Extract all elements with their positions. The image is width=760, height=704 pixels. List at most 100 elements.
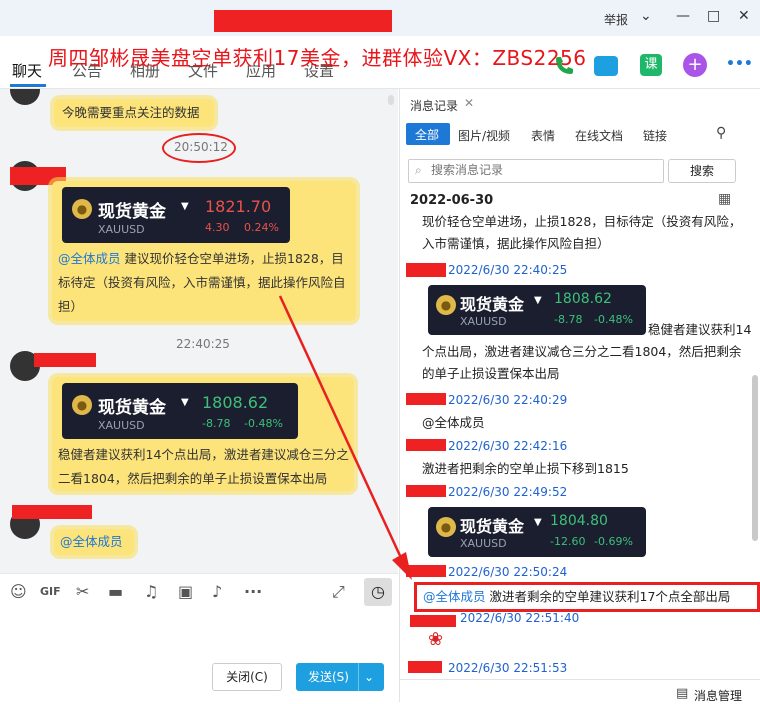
scroll-up-arrow[interactable] [388, 95, 394, 105]
quote-code: XAUUSD [460, 537, 507, 550]
message-bubble: @全体成员 [54, 529, 134, 555]
caret-down-icon: ▼ [534, 517, 542, 528]
quote-name: 现货黄金 [460, 517, 525, 536]
scissors-icon[interactable]: ✂ [76, 582, 89, 601]
avatar[interactable] [10, 89, 40, 105]
redacted-name [406, 439, 446, 451]
active-tab-indicator [10, 84, 46, 87]
history-message: 激进者把剩余的空单止损下移到1815 [422, 461, 629, 476]
quote-price: 1808.62 [554, 291, 612, 307]
input-toolbar: ☺ GIF ✂ ▬ ♫ ▣ ♪ ··· ⤢ ◷ [0, 573, 398, 610]
quote-code: XAUUSD [98, 223, 145, 236]
redacted-name [406, 393, 446, 405]
timestamp: 22:40:25 [176, 337, 230, 351]
history-timestamp: 2022/6/30 22:51:53 [448, 661, 568, 675]
history-clock-icon[interactable]: ◷ [364, 578, 392, 606]
filter-settings-icon[interactable]: ⚲ [716, 125, 726, 141]
message-text: 今晚需要重点关注的数据 [62, 105, 200, 120]
tab-chat[interactable]: 聊天 [12, 60, 42, 81]
message-manage-link[interactable]: 消息管理 [694, 687, 742, 704]
chat-pane[interactable]: 今晚需要重点关注的数据 20:50:12 ● 现货黄金 ▼ XAUUSD 182… [0, 89, 398, 573]
restore-icon[interactable]: □ [707, 8, 720, 24]
search-input[interactable] [429, 162, 657, 178]
close-button[interactable]: 关闭(C) [212, 663, 282, 691]
history-search[interactable]: ⌕ [408, 159, 664, 183]
quote-change: -8.78 [202, 417, 231, 430]
expand-icon[interactable]: ⤢ [332, 582, 345, 602]
gold-coin-icon: ● [436, 517, 456, 537]
class-icon[interactable]: 课 [640, 54, 662, 76]
close-icon[interactable]: ✕ [738, 8, 750, 24]
history-timestamp: 2022/6/30 22:40:29 [448, 393, 568, 407]
highlight-box: @全体成员 激进者剩余的空单建议获利17个点全部出局 [414, 582, 760, 612]
screen-share-icon[interactable] [594, 56, 618, 76]
message-input[interactable]: 关闭(C) 发送(S) ⌄ [0, 609, 398, 702]
history-timestamp: 2022/6/30 22:49:52 [448, 485, 568, 499]
filter-stickers[interactable]: 表情 [531, 127, 555, 144]
quote-percent: -0.69% [594, 535, 633, 548]
search-button[interactable]: 搜索 [668, 159, 736, 183]
history-message: 现价轻仓空单进场，止损1828，目标待定（投资有风险，入市需谨慎，据此操作风险自… [422, 214, 742, 251]
gold-quote-card[interactable]: ● 现货黄金 ▼ XAUUSD 1808.62 -8.78 -0.48% [62, 383, 298, 439]
history-timestamp: 2022/6/30 22:40:25 [448, 263, 568, 277]
quote-percent: 0.24% [244, 221, 279, 234]
filter-docs[interactable]: 在线文档 [575, 127, 623, 144]
title-bar: 举报 ⌄ — □ ✕ [0, 0, 760, 36]
mention-all[interactable]: @全体成员 [422, 412, 485, 434]
filter-media[interactable]: 图片/视频 [458, 127, 510, 144]
divider [400, 679, 760, 680]
message-bubble: ● 现货黄金 ▼ XAUUSD 1808.62 -8.78 -0.48% 稳健者… [52, 377, 354, 491]
history-timestamp: 2022/6/30 22:50:24 [448, 565, 568, 579]
dropdown-icon[interactable]: ⌄ [640, 8, 652, 24]
gold-quote-card[interactable]: ● 现货黄金 ▼ XAUUSD 1821.70 4.30 0.24% [62, 187, 290, 243]
promo-banner: 周四邹彬晟美盘空单获利17美金，进群体验VX：ZBS2256 [48, 46, 587, 70]
gold-coin-icon: ● [72, 395, 92, 415]
history-timestamp: 2022/6/30 22:42:16 [448, 439, 568, 453]
add-app-icon[interactable]: + [683, 53, 707, 77]
history-timestamp: 2022/6/30 22:51:40 [460, 611, 580, 625]
minimize-icon[interactable]: — [676, 8, 690, 24]
quote-price: 1804.80 [550, 513, 608, 529]
search-icon: ⌕ [415, 163, 422, 177]
mention-all[interactable]: @全体成员 [58, 251, 121, 266]
manage-icon[interactable]: ▤ [676, 686, 688, 701]
mention-all[interactable]: @全体成员 [423, 589, 486, 604]
calendar-icon[interactable]: ▦ [718, 191, 731, 207]
redacted-name [408, 661, 442, 673]
music-icon[interactable]: ♫ [144, 582, 158, 601]
quote-change: -12.60 [550, 535, 586, 548]
message-text: 稳健者建议获利14个点出局，激进者建议减仓三分之二看1804，然后把剩余的单子止… [58, 447, 349, 486]
quote-price: 1821.70 [205, 197, 272, 216]
redacted-name [410, 615, 456, 627]
image-icon[interactable]: ▣ [178, 582, 193, 601]
more-icon[interactable]: ··· [244, 582, 262, 601]
caret-down-icon: ▼ [534, 295, 542, 306]
more-icon[interactable]: ••• [726, 56, 753, 72]
chevron-down-icon[interactable]: ⌄ [364, 663, 374, 691]
send-button[interactable]: 发送(S) ⌄ [296, 663, 384, 691]
quote-name: 现货黄金 [98, 202, 166, 222]
quote-name: 现货黄金 [460, 295, 525, 314]
caret-down-icon: ▼ [181, 397, 189, 408]
history-tab-title[interactable]: 消息记录 [410, 97, 458, 114]
report-button[interactable]: 举报 [604, 11, 628, 28]
caret-down-icon: ▼ [181, 201, 189, 212]
close-icon[interactable]: ✕ [464, 96, 474, 110]
filter-all-label: 全部 [415, 128, 440, 142]
message-text: @全体成员 建议现价轻仓空单进场，止损1828，目标待定（投资有风险，入市需谨慎… [58, 247, 354, 319]
folder-icon[interactable]: ▬ [108, 582, 123, 601]
scrollbar-thumb[interactable] [752, 375, 758, 541]
gif-icon[interactable]: GIF [40, 585, 61, 598]
emoji-icon[interactable]: ☺ [10, 582, 27, 601]
mention-all[interactable]: @全体成员 [60, 530, 123, 554]
send-button-label: 发送(S) [308, 670, 349, 684]
filter-all[interactable]: 全部 [406, 123, 450, 145]
bell-icon[interactable]: ♪ [212, 582, 222, 601]
redacted-name [12, 505, 92, 519]
quote-change: 4.30 [205, 221, 230, 234]
redacted-name [406, 263, 446, 277]
quote-percent: -0.48% [244, 417, 283, 430]
redacted-name [406, 565, 446, 577]
filter-links[interactable]: 链接 [643, 127, 667, 144]
gold-quote-card[interactable]: ● 现货黄金 ▼ XAUUSD 1804.80 -12.60 -0.69% [428, 507, 646, 557]
